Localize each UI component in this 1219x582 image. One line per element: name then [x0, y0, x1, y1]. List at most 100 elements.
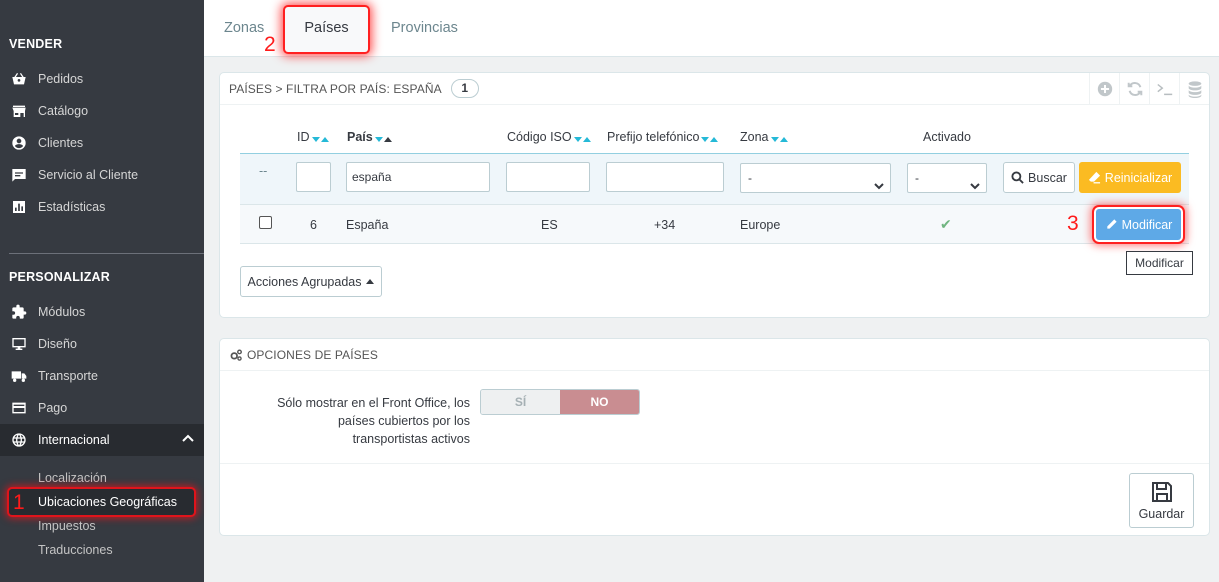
store-icon [10, 102, 28, 120]
sidebar-item-customer-service[interactable]: Servicio al Cliente [0, 159, 204, 191]
sidebar-item-catalog[interactable]: Catálogo [0, 95, 204, 127]
front-office-option-label: Sólo mostrar en el Front Office, los paí… [277, 396, 470, 446]
cell-iso: ES [541, 218, 558, 232]
tab-states[interactable]: Provincias [391, 0, 458, 57]
sort-arrows-icon[interactable] [770, 131, 789, 145]
account-circle-icon [10, 134, 28, 152]
sidebar-item-label: Catálogo [38, 104, 89, 118]
reset-button[interactable]: Reinicializar [1079, 162, 1181, 193]
column-header-prefix[interactable]: Prefijo telefónico [607, 130, 719, 145]
column-header-country[interactable]: País [347, 130, 393, 145]
tabs-bar: Zonas Países Provincias [204, 0, 1219, 57]
column-header-iso[interactable]: Código ISO [507, 130, 592, 145]
tab-zones[interactable]: Zonas [224, 0, 264, 57]
cell-zone: Europe [740, 218, 781, 232]
cell-prefix: +34 [654, 218, 676, 232]
step-marker-3: 3 [1067, 212, 1079, 235]
truck-icon [10, 367, 28, 385]
column-header-id[interactable]: ID [297, 130, 330, 145]
chevron-up-icon [182, 433, 194, 445]
refresh-icon[interactable] [1119, 73, 1149, 105]
sidebar-item-label: Clientes [38, 136, 84, 150]
toggle-no[interactable]: NO [560, 390, 639, 414]
chevron-down-icon [970, 173, 980, 190]
filter-placeholder-dash: -- [259, 164, 268, 178]
chat-icon [10, 166, 28, 184]
sidebar-item-label: Estadísticas [38, 200, 106, 214]
options-panel-header: OPCIONES DE PAÍSES [220, 339, 1209, 371]
sort-arrows-icon[interactable] [573, 131, 592, 145]
sidebar-divider [9, 253, 204, 254]
eraser-icon [1088, 171, 1100, 184]
puzzle-icon [10, 303, 28, 321]
sidebar-item-shipping[interactable]: Transporte [0, 360, 204, 392]
search-button[interactable]: Buscar [1003, 162, 1075, 193]
sort-arrows-icon[interactable] [374, 131, 393, 145]
sidebar-item-international[interactable]: Internacional [0, 424, 204, 456]
filter-active-select[interactable]: - [907, 163, 987, 193]
sidebar-item-modules[interactable]: Módulos [0, 296, 204, 328]
cogs-icon [230, 348, 242, 361]
sidebar-item-label: Transporte [38, 369, 98, 383]
sidebar-item-label: Internacional [38, 433, 110, 447]
column-header-zone[interactable]: Zona [740, 130, 789, 145]
filter-zone-select[interactable]: - [740, 163, 891, 193]
filter-prefix-input[interactable] [606, 162, 724, 192]
sidebar-item-design[interactable]: Diseño [0, 328, 204, 360]
save-icon [1151, 482, 1172, 502]
sidebar-item-label: Pago [38, 401, 68, 415]
shopping-basket-icon [10, 70, 28, 88]
step-marker-1: 1 [13, 491, 25, 514]
step-marker-2: 2 [264, 33, 276, 56]
search-icon [1011, 171, 1024, 184]
credit-card-icon [10, 399, 28, 417]
save-button[interactable]: Guardar [1129, 473, 1194, 528]
desktop-icon [10, 335, 28, 353]
edit-tooltip: Modificar [1126, 251, 1193, 275]
sidebar-subitem-localization[interactable]: Localización [38, 471, 107, 485]
panel-footer-divider [220, 463, 1209, 464]
list-panel-title: PAÍSES > FILTRA POR PAÍS: ESPAÑA [229, 81, 442, 96]
pencil-icon [1106, 219, 1117, 229]
tab-countries[interactable]: Países [285, 7, 368, 52]
filter-iso-input[interactable] [506, 162, 590, 192]
sidebar-section-sell: VENDER [9, 37, 63, 51]
filter-id-input[interactable] [296, 162, 331, 192]
add-icon[interactable] [1089, 73, 1119, 105]
filter-country-input[interactable]: españa [346, 162, 490, 192]
column-header-active: Activado [923, 130, 971, 144]
bar-chart-icon [10, 198, 28, 216]
bulk-actions-button[interactable]: Acciones Agrupadas [240, 266, 382, 297]
sidebar-item-customers[interactable]: Clientes [0, 127, 204, 159]
list-panel-header: PAÍSES > FILTRA POR PAÍS: ESPAÑA 1 [220, 73, 1209, 105]
sidebar-item-label: Pedidos [38, 72, 84, 86]
toggle-yes[interactable]: SÍ [481, 390, 560, 414]
front-office-toggle[interactable]: SÍ NO [480, 389, 640, 415]
sort-arrows-icon[interactable] [311, 131, 330, 145]
sidebar-item-stats[interactable]: Estadísticas [0, 191, 204, 223]
database-icon[interactable] [1179, 73, 1209, 105]
chevron-down-icon [874, 173, 884, 190]
sidebar: VENDER Pedidos Catálogo Clientes Servici… [0, 0, 204, 582]
cell-id: 6 [310, 218, 317, 232]
sidebar-item-label: Diseño [38, 337, 77, 351]
sidebar-item-label: Módulos [38, 305, 86, 319]
edit-button[interactable]: Modificar [1096, 209, 1181, 240]
sidebar-item-payment[interactable]: Pago [0, 392, 204, 424]
sidebar-subitem-translations[interactable]: Traducciones [38, 543, 113, 557]
sidebar-item-orders[interactable]: Pedidos [0, 63, 204, 95]
cell-country: España [346, 218, 389, 232]
list-toolbar [1089, 73, 1209, 105]
sql-query-icon[interactable] [1149, 73, 1179, 105]
result-count-badge: 1 [450, 79, 479, 98]
sidebar-section-customize: PERSONALIZAR [9, 270, 111, 284]
caret-up-icon [366, 279, 375, 284]
options-panel-title: OPCIONES DE PAÍSES [247, 347, 378, 362]
check-icon[interactable]: ✔ [940, 216, 952, 233]
sidebar-subitem-geolocation[interactable]: Ubicaciones Geográficas [9, 489, 194, 515]
row-select-checkbox[interactable] [259, 216, 272, 229]
sidebar-subitem-taxes[interactable]: Impuestos [38, 519, 96, 533]
sort-arrows-icon[interactable] [701, 131, 719, 145]
globe-icon [10, 431, 28, 449]
sidebar-item-label: Servicio al Cliente [38, 168, 139, 182]
